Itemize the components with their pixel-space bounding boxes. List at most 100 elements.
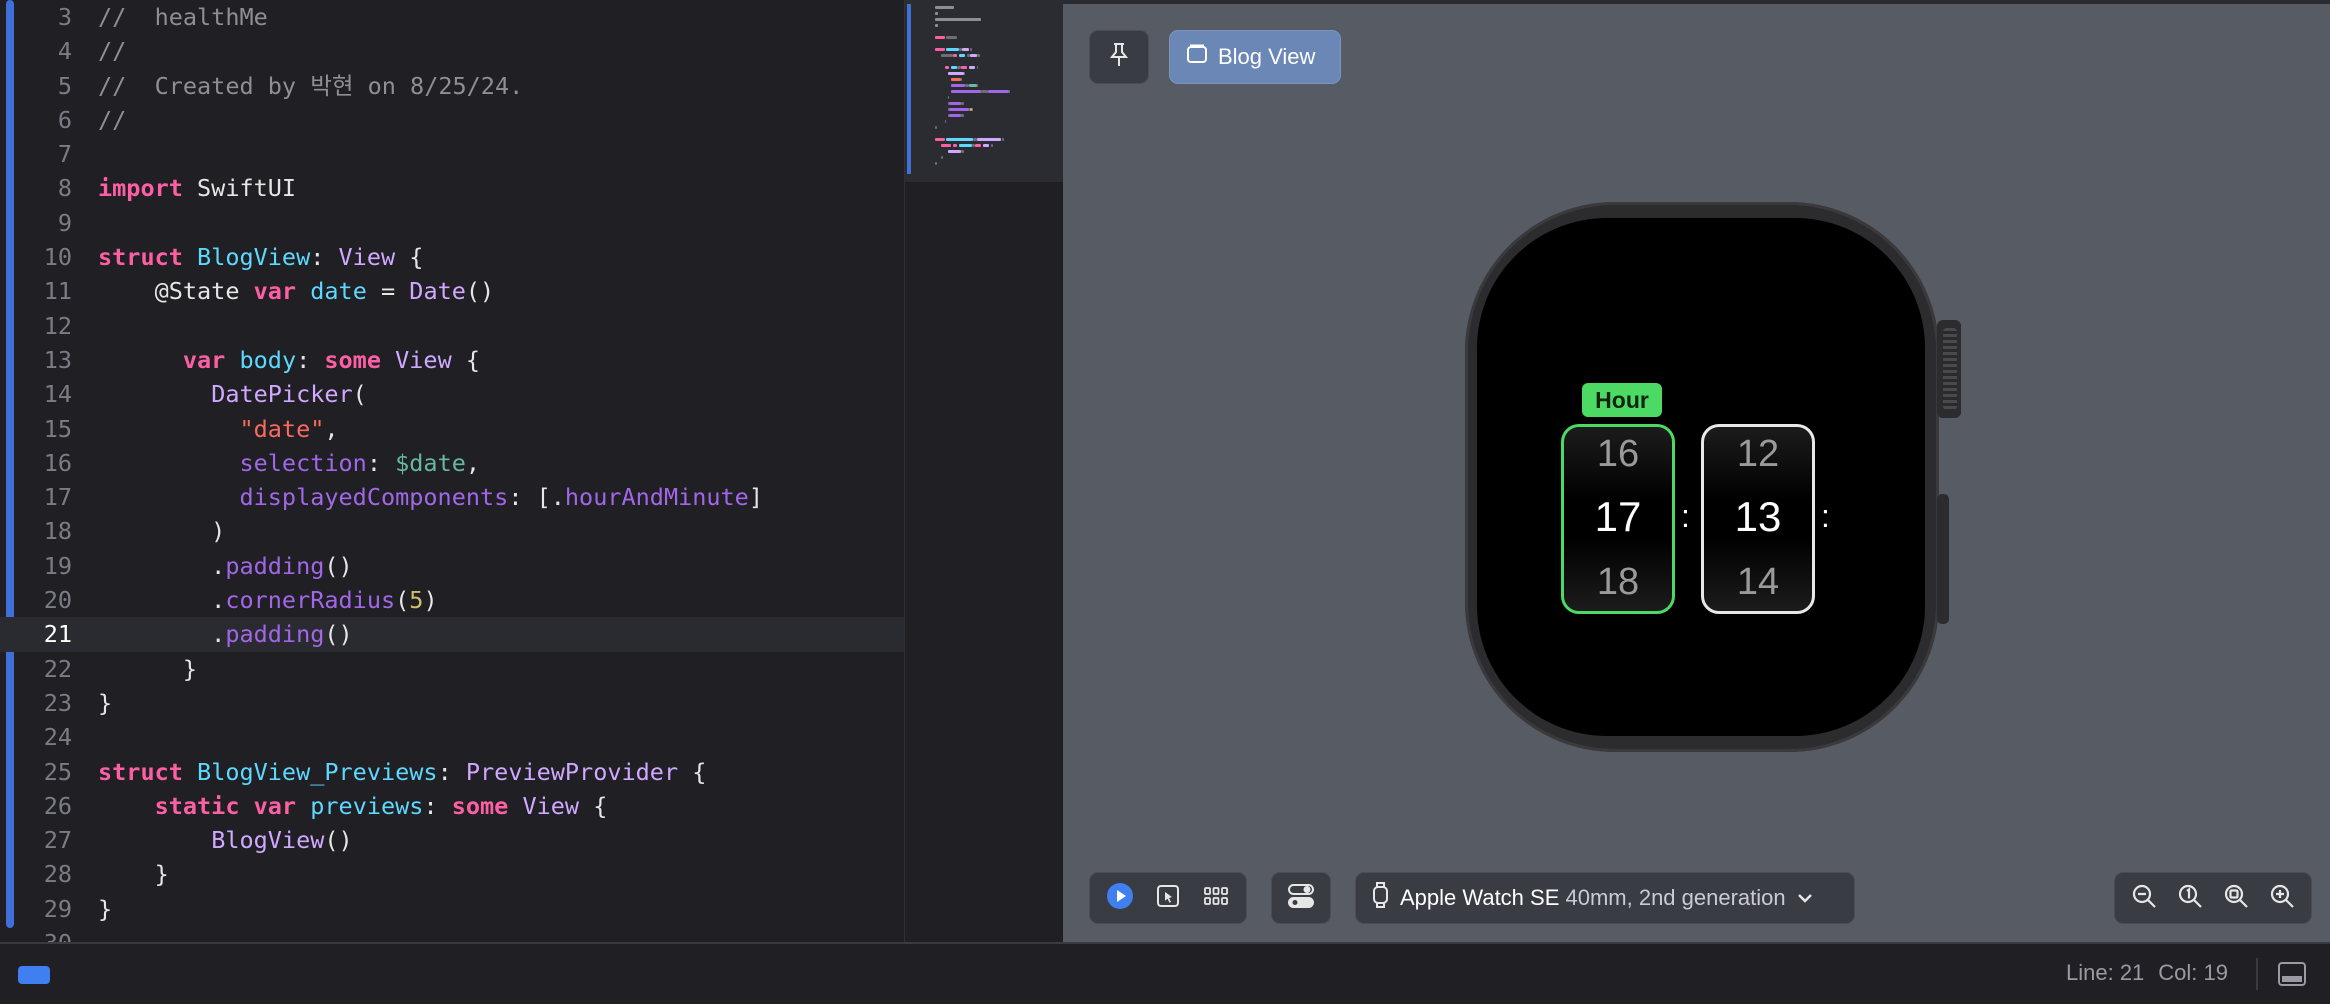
code-line[interactable]: 25 struct BlogView_Previews: PreviewProvi… — [0, 755, 904, 789]
preview-tab-blog-view[interactable]: Blog View — [1169, 30, 1341, 84]
preview-mode-controls — [1089, 872, 1247, 924]
line-text: import SwiftUI — [98, 171, 296, 205]
code-line[interactable]: 19 .padding() — [0, 549, 904, 583]
minimap-token — [949, 114, 961, 117]
zoom-actual-size-button[interactable] — [2172, 880, 2208, 916]
code-line[interactable]: 3 // healthMe — [0, 0, 904, 34]
code-line[interactable]: 4 // — [0, 34, 904, 68]
code-editor[interactable]: 3 // healthMe 4 // 5 // Created by 박현 on 8/25… — [0, 0, 904, 942]
code-line[interactable]: 15 "date", — [0, 412, 904, 446]
line-number: 27 — [43, 826, 72, 855]
zoom-out-button[interactable] — [2126, 880, 2162, 916]
code-line[interactable]: 22 } — [0, 652, 904, 686]
code-line[interactable]: 10 struct BlogView: View { — [0, 240, 904, 274]
code-token: displayedComponents — [239, 483, 509, 512]
code-token: var — [182, 345, 226, 374]
line-number: 3 — [57, 3, 72, 31]
code-token: : — [296, 345, 325, 374]
minimap-token — [970, 54, 977, 57]
picker-focus-label: Hour — [1582, 383, 1662, 417]
code-line[interactable]: 11 @State var date = Date() — [0, 274, 904, 308]
line-number: 21 — [43, 620, 72, 649]
code-line[interactable]: 29} — [0, 892, 904, 926]
code-line[interactable]: 8 import SwiftUI — [0, 171, 904, 205]
line-text: } — [98, 652, 197, 686]
code-line[interactable]: 21 .padding() — [0, 617, 904, 652]
minimap-token — [951, 78, 961, 81]
panel-toggle-icon[interactable] — [2278, 962, 2306, 986]
live-mode-button[interactable] — [1102, 880, 1138, 916]
code-line[interactable]: 17 displayedComponents: [.hourAndMinute] — [0, 480, 904, 514]
line-number: 30 — [0, 926, 72, 942]
line-text: struct BlogView_Previews: PreviewProvide… — [98, 755, 706, 789]
code-line[interactable]: 5 // Created by 박현 on 8/25/24. — [0, 69, 904, 103]
code-line[interactable]: 23} — [0, 686, 904, 720]
code-line[interactable]: 13 var body: some View { — [0, 343, 904, 377]
line-number: 24 — [43, 723, 72, 752]
pin-preview-button[interactable] — [1089, 30, 1149, 84]
zoom-in-button[interactable] — [2264, 880, 2300, 916]
minimap-token — [960, 150, 964, 153]
code-line[interactable]: 12 — [0, 309, 904, 343]
code-token: selection — [239, 448, 367, 477]
minimap-token — [976, 138, 1001, 141]
minute-wheel[interactable]: 12 13 14 — [1701, 424, 1815, 614]
minimap-change-marker — [907, 4, 911, 174]
line-text: ) — [98, 514, 225, 548]
device-picker[interactable]: Apple Watch SE 40mm, 2nd generation — [1355, 872, 1855, 924]
code-token: () — [324, 620, 353, 649]
code-token: () — [324, 826, 353, 855]
code-line[interactable]: 20 .cornerRadius(5) — [0, 583, 904, 617]
variants-grid-button[interactable] — [1198, 880, 1234, 916]
line-number: 15 — [43, 414, 72, 443]
minimap[interactable] — [904, 0, 1063, 942]
minimap-token — [935, 6, 955, 9]
code-line[interactable]: 18 ) — [0, 514, 904, 548]
code-line[interactable]: 14 DatePicker( — [0, 377, 904, 411]
code-line[interactable]: 6 // — [0, 103, 904, 137]
zoom-to-fit-button[interactable] — [2218, 880, 2254, 916]
code-line[interactable]: 16 selection: $date, — [0, 446, 904, 480]
code-token: BlogView — [197, 243, 311, 272]
zoom-actual-icon — [2176, 882, 2204, 915]
minimap-token — [946, 36, 958, 39]
minimap-token — [949, 108, 969, 111]
code-line[interactable]: 26 static var previews: some View { — [0, 789, 904, 823]
code-token: body — [239, 345, 297, 374]
watch-icon — [1372, 882, 1390, 914]
minimap-token — [960, 102, 964, 105]
device-name: Apple Watch SE — [1400, 885, 1560, 910]
line-text: @State var date = Date() — [98, 274, 495, 308]
line-number: 22 — [43, 654, 72, 683]
window-icon — [1186, 44, 1208, 70]
line-number: 25 — [43, 757, 72, 786]
code-line[interactable]: 7 — [0, 137, 904, 171]
device-settings-button[interactable] — [1271, 872, 1331, 924]
minimap-token — [959, 54, 966, 57]
zoom-fit-icon — [2222, 882, 2250, 915]
code-line[interactable]: 28 } — [0, 857, 904, 891]
minimap-token — [970, 48, 972, 51]
side-button[interactable] — [1937, 494, 1949, 624]
code-token: BlogView_Previews — [197, 757, 438, 786]
minimap-token — [1008, 90, 1011, 93]
line-number: 18 — [43, 517, 72, 546]
active-scheme-indicator[interactable] — [18, 966, 50, 984]
code-line[interactable]: 30 — [0, 926, 904, 942]
line-number: 10 — [43, 243, 72, 272]
code-token: ( — [395, 586, 410, 615]
code-line[interactable]: 24 — [0, 720, 904, 754]
minimap-token — [951, 84, 966, 87]
line-text: // — [98, 34, 126, 68]
code-line[interactable]: 27 BlogView() — [0, 823, 904, 857]
code-lines[interactable]: 3 // healthMe 4 // 5 // Created by 박현 on 8/25… — [0, 0, 904, 942]
code-token: } — [98, 894, 113, 923]
status-divider — [2256, 958, 2258, 990]
line-indicator: Line: 21 — [2066, 960, 2145, 985]
selectable-mode-button[interactable] — [1150, 880, 1186, 916]
line-text: .padding() — [98, 549, 353, 583]
code-line[interactable]: 9 — [0, 206, 904, 240]
hour-wheel[interactable]: 16 17 18 — [1561, 424, 1675, 614]
play-icon — [1106, 882, 1134, 915]
